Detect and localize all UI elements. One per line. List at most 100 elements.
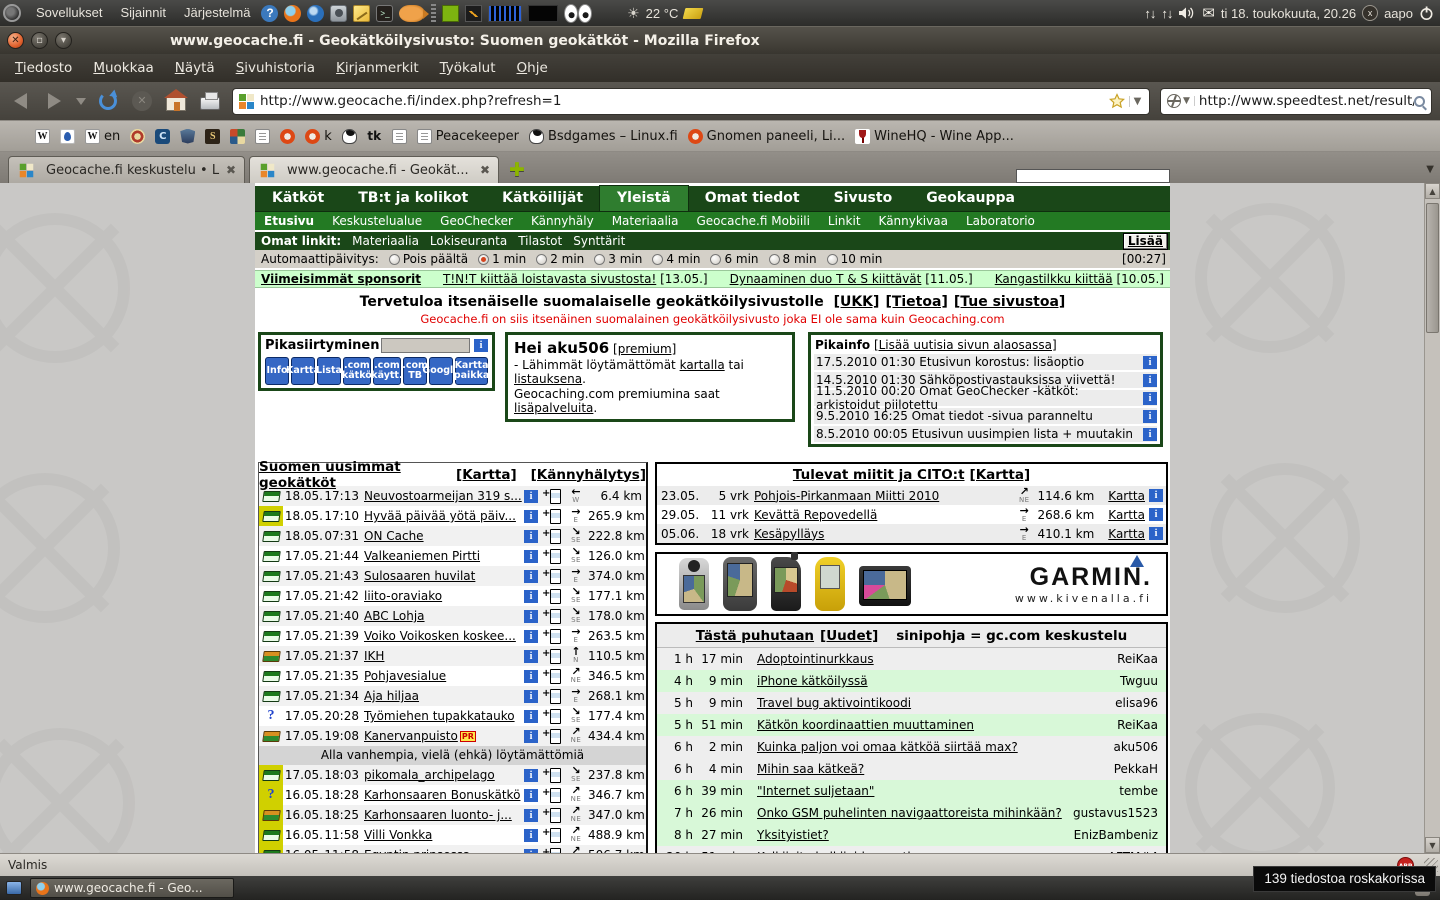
meets-map-link[interactable]: [Kartta] xyxy=(970,467,1031,483)
window-close-icon[interactable] xyxy=(7,32,24,49)
network-updown-icon[interactable]: ↑↓ xyxy=(1144,6,1155,21)
cache-name-link[interactable]: liito-oraviako xyxy=(364,589,442,603)
quick-jump-button[interactable]: Kartta xyxy=(291,357,315,385)
info-icon[interactable]: i xyxy=(524,710,538,723)
garmin-ad-banner[interactable]: GARMIN. www.kivenalla.fi xyxy=(655,552,1168,616)
info-icon[interactable]: i xyxy=(1143,428,1157,441)
cache-name-link[interactable]: Voiko Voikosken koskee... xyxy=(364,629,516,643)
bookmark-item[interactable]: Bsdgames – Linux.fi xyxy=(529,129,678,144)
greeting-link[interactable]: listauksena xyxy=(514,372,582,386)
radio-icon[interactable] xyxy=(389,254,400,265)
radio-option[interactable]: 10 min xyxy=(827,252,883,266)
menu-tiedosto[interactable]: Tiedosto xyxy=(9,57,78,79)
main-nav-yleist-[interactable]: Yleistä xyxy=(600,186,688,211)
cache-name-link[interactable]: Neuvostoarmeijan 319 s... xyxy=(364,489,522,503)
cache-name-link[interactable]: ON Cache xyxy=(364,529,424,543)
sponsor-link[interactable]: T!N!T kiittää loistavasta sivustosta! xyxy=(443,272,656,286)
quick-jump-button[interactable]: Google xyxy=(429,357,453,385)
info-icon[interactable]: i xyxy=(524,590,538,603)
search-input[interactable]: http://www.speedtest.net/result/8 xyxy=(1199,93,1414,109)
thunderbird-launcher-icon[interactable] xyxy=(307,5,324,22)
network-updown-icon2[interactable]: ↑↓ xyxy=(1161,6,1172,21)
caches-map-link[interactable]: [Kartta] xyxy=(456,467,517,483)
topic-title-link[interactable]: "Internet suljetaan" xyxy=(757,784,874,798)
more-button[interactable]: Lisää xyxy=(1123,233,1168,250)
send-to-phone-icon[interactable] xyxy=(542,768,562,782)
topic-title-link[interactable]: Onko GSM puhelinten navigaattoreista mih… xyxy=(757,806,1062,820)
bookmark-item[interactable]: WineHQ - Wine App... xyxy=(855,129,1014,144)
info-icon[interactable]: i xyxy=(524,610,538,623)
username[interactable]: aapo xyxy=(1384,6,1413,21)
radio-option[interactable]: 3 min xyxy=(594,252,642,266)
send-to-phone-icon[interactable] xyxy=(542,828,562,842)
forum-title-link[interactable]: Tästä puhutaan xyxy=(696,628,814,644)
panel-menu-sijainnit[interactable]: Sijainnit xyxy=(112,0,174,26)
send-to-phone-icon[interactable] xyxy=(542,669,562,683)
bookmark-item[interactable] xyxy=(367,129,382,144)
topic-title-link[interactable]: iPhone kätköilyssä xyxy=(757,674,868,688)
info-icon[interactable]: i xyxy=(524,730,538,743)
firefox-launcher-icon[interactable] xyxy=(284,5,301,22)
search-go-icon[interactable] xyxy=(1414,96,1425,107)
topic-title-link[interactable]: Yksityistiet? xyxy=(757,828,829,842)
own-link-synttärit[interactable]: Synttärit xyxy=(573,234,625,248)
send-to-phone-icon[interactable] xyxy=(542,808,562,822)
meet-name-link[interactable]: Kesäpylläys xyxy=(754,527,824,541)
menu-muokkaa[interactable]: Muokkaa xyxy=(87,57,159,79)
search-bar[interactable]: ▼ http://www.speedtest.net/result/8 xyxy=(1160,88,1432,115)
main-nav-omat-tiedot[interactable]: Omat tiedot xyxy=(688,186,817,211)
search-engine-dropdown-icon[interactable]: ▼ xyxy=(1183,96,1195,106)
premium-link[interactable]: [premium] xyxy=(613,342,676,356)
send-to-phone-icon[interactable] xyxy=(542,529,562,543)
main-nav-sivusto[interactable]: Sivusto xyxy=(817,186,910,211)
terminal-launcher-icon[interactable] xyxy=(376,5,393,22)
info-icon[interactable]: i xyxy=(1143,374,1157,387)
sub-nav-linkit[interactable]: Linkit xyxy=(819,212,870,231)
send-to-phone-icon[interactable] xyxy=(542,489,562,503)
info-icon[interactable]: i xyxy=(524,650,538,663)
send-to-phone-icon[interactable] xyxy=(542,509,562,523)
menu-näytä[interactable]: Näytä xyxy=(169,57,221,79)
info-icon[interactable]: i xyxy=(524,530,538,543)
meet-name-link[interactable]: Kevättä Repovedellä xyxy=(754,508,877,522)
send-to-phone-icon[interactable] xyxy=(542,689,562,703)
cache-name-link[interactable]: Työmiehen tupakkatauko xyxy=(364,709,515,723)
panel-menu-sovellukset[interactable]: Sovellukset xyxy=(28,0,110,26)
quick-jump-input[interactable] xyxy=(381,338,470,353)
radio-icon[interactable] xyxy=(594,254,605,265)
send-to-phone-icon[interactable] xyxy=(542,609,562,623)
radio-option[interactable]: Pois päältä xyxy=(389,252,468,266)
radio-option[interactable]: 2 min xyxy=(536,252,584,266)
reload-button[interactable] xyxy=(94,87,122,115)
tab-close-icon[interactable] xyxy=(226,163,236,177)
weather-temp[interactable]: 22 °C xyxy=(646,6,679,21)
radio-option[interactable]: 4 min xyxy=(652,252,700,266)
radio-icon[interactable] xyxy=(478,254,489,265)
bookmark-item[interactable] xyxy=(392,129,407,144)
cache-name-link[interactable]: IKH xyxy=(364,649,384,663)
cache-name-link[interactable]: Valkeaniemen Pirtti xyxy=(364,549,480,563)
info-icon[interactable]: i xyxy=(524,570,538,583)
own-link-lokiseuranta[interactable]: Lokiseuranta xyxy=(430,234,507,248)
sub-nav-keskustelualue[interactable]: Keskustelualue xyxy=(323,212,431,231)
back-button[interactable] xyxy=(6,87,34,115)
bookmark-star-icon[interactable] xyxy=(1109,93,1125,109)
radio-icon[interactable] xyxy=(769,254,780,265)
quick-jump-button[interactable]: .com käytt. xyxy=(373,357,401,385)
url-text[interactable]: http://www.geocache.fi/index.php?refresh… xyxy=(260,93,1109,109)
send-to-phone-icon[interactable] xyxy=(542,629,562,643)
quick-jump-button[interactable]: .com kätkö xyxy=(343,357,371,385)
menu-kirjanmerkit[interactable]: Kirjanmerkit xyxy=(330,57,425,79)
home-button[interactable] xyxy=(162,87,190,115)
url-dropdown-icon[interactable]: ▼ xyxy=(1129,96,1145,107)
greeting-link[interactable]: lisäpalveluita xyxy=(514,401,593,415)
topic-title-link[interactable]: Mihin saa kätkeä? xyxy=(757,762,864,776)
new-tab-button[interactable] xyxy=(509,157,525,183)
sub-nav-k-nnyh-ly[interactable]: Kännyhäly xyxy=(522,212,603,231)
topic-title-link[interactable]: Adoptointinurkkaus xyxy=(757,652,874,666)
cache-name-link[interactable]: Pohjavesialue xyxy=(364,669,446,683)
topic-title-link[interactable]: Travel bug aktivointikoodi xyxy=(757,696,911,710)
radio-icon[interactable] xyxy=(536,254,547,265)
bookmark-item[interactable] xyxy=(155,129,170,144)
quick-jump-button[interactable]: Kartta paikka xyxy=(455,357,488,385)
